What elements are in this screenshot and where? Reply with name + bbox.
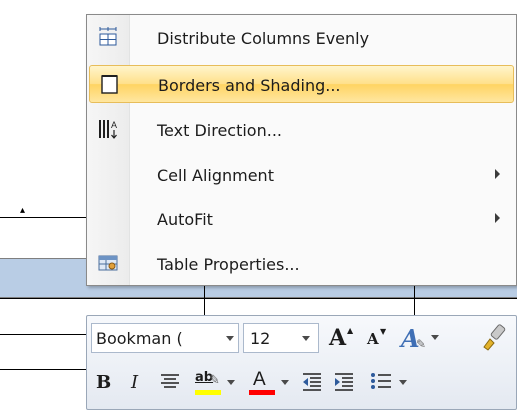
menu-item-borders-shading[interactable]: Borders and Shading...	[89, 65, 514, 103]
pen-icon: ✎	[416, 337, 427, 351]
italic-button[interactable]: I	[127, 368, 149, 398]
font-name-combo[interactable]: Bookman (	[91, 323, 239, 353]
chevron-down-icon[interactable]	[281, 380, 289, 385]
distribute-columns-icon	[97, 26, 119, 48]
chevron-down-icon[interactable]	[302, 336, 310, 341]
pen-icon: ✎	[209, 373, 220, 388]
table-line-4	[0, 369, 88, 370]
svg-text:A: A	[111, 120, 117, 130]
menu-item-label: Text Direction...	[157, 121, 282, 140]
font-size-combo[interactable]: 12	[243, 323, 319, 353]
cell-mark: ▴	[20, 205, 26, 216]
bullets-button[interactable]	[369, 368, 409, 398]
submenu-arrow-icon	[495, 213, 500, 223]
shrink-arrow-icon: ▼	[380, 327, 387, 336]
menu-item-distribute-columns[interactable]: Distribute Columns Evenly	[89, 19, 514, 57]
menu-item-text-direction[interactable]: A Text Direction...	[89, 111, 514, 149]
table-line-mid	[0, 298, 517, 299]
bullet-list-icon	[371, 373, 391, 389]
grow-arrow-icon: ▲	[347, 326, 354, 335]
chevron-down-icon[interactable]	[399, 380, 407, 385]
increase-indent-icon	[335, 373, 353, 391]
chevron-down-icon[interactable]	[431, 335, 439, 340]
menu-item-label: AutoFit	[157, 210, 213, 229]
increase-indent-button[interactable]	[333, 368, 359, 398]
format-painter-icon	[483, 324, 506, 351]
menu-item-cell-alignment[interactable]: Cell Alignment	[89, 156, 514, 194]
menu-item-label: Table Properties...	[157, 255, 300, 274]
font-color-glyph: A	[253, 369, 266, 390]
font-name-value: Bookman (	[96, 329, 183, 348]
table-vline-2	[414, 286, 415, 316]
styles-button[interactable]: A ✎	[399, 323, 439, 353]
borders-shading-icon	[98, 73, 120, 95]
bold-glyph: B	[96, 372, 112, 393]
table-line-top	[0, 217, 95, 218]
highlight-color-bar	[195, 390, 221, 395]
menu-item-label: Distribute Columns Evenly	[157, 29, 370, 48]
grow-font-glyph: A	[329, 325, 347, 351]
menu-item-label: Borders and Shading...	[158, 76, 341, 95]
decrease-indent-button[interactable]	[301, 368, 327, 398]
align-center-icon	[161, 374, 179, 388]
highlight-button[interactable]: ab ✎	[193, 368, 237, 398]
context-menu: Distribute Columns Evenly Borders and Sh…	[86, 14, 517, 286]
font-color-button[interactable]: A	[247, 368, 291, 398]
menu-item-table-properties[interactable]: Table Properties...	[89, 245, 514, 283]
mini-formatting-toolbar: Bookman ( 12 A ▲ A ▼ A ✎ B I ab ✎ A	[86, 315, 517, 410]
text-direction-icon: A	[97, 118, 119, 140]
chevron-down-icon[interactable]	[226, 336, 234, 341]
font-color-bar	[249, 390, 275, 395]
shrink-font-button[interactable]: A ▼	[363, 323, 391, 353]
menu-item-label: Cell Alignment	[157, 166, 274, 185]
format-painter-button[interactable]	[480, 323, 510, 353]
bold-button[interactable]: B	[93, 368, 117, 398]
shrink-font-glyph: A	[367, 330, 379, 348]
chevron-down-icon[interactable]	[227, 380, 235, 385]
italic-glyph: I	[131, 372, 139, 393]
table-vline-1	[204, 286, 205, 316]
table-properties-icon	[97, 252, 119, 274]
center-align-button[interactable]	[159, 368, 183, 398]
table-line-3	[0, 334, 88, 335]
submenu-arrow-icon	[495, 169, 500, 179]
grow-font-button[interactable]: A ▲	[327, 323, 357, 353]
font-size-value: 12	[250, 329, 271, 348]
decrease-indent-icon	[303, 373, 321, 391]
menu-item-autofit[interactable]: AutoFit	[89, 200, 514, 238]
